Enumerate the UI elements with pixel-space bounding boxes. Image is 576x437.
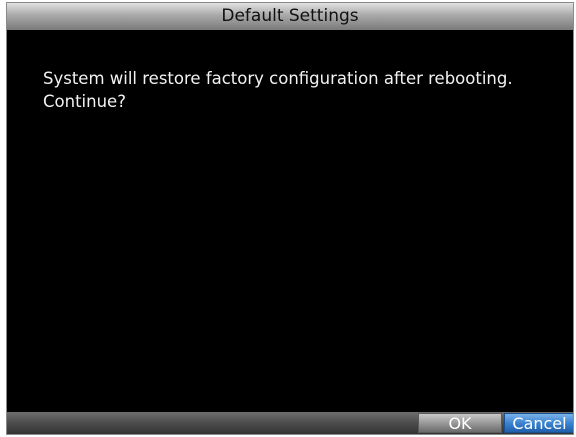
dialog-title: Default Settings [7,3,573,30]
cancel-button[interactable]: Cancel [504,413,573,433]
dialog-message: System will restore factory configuratio… [43,69,513,111]
default-settings-dialog: Default Settings System will restore fac… [6,2,574,435]
ok-button[interactable]: OK [418,413,502,433]
dialog-footer: OK Cancel [7,412,573,434]
